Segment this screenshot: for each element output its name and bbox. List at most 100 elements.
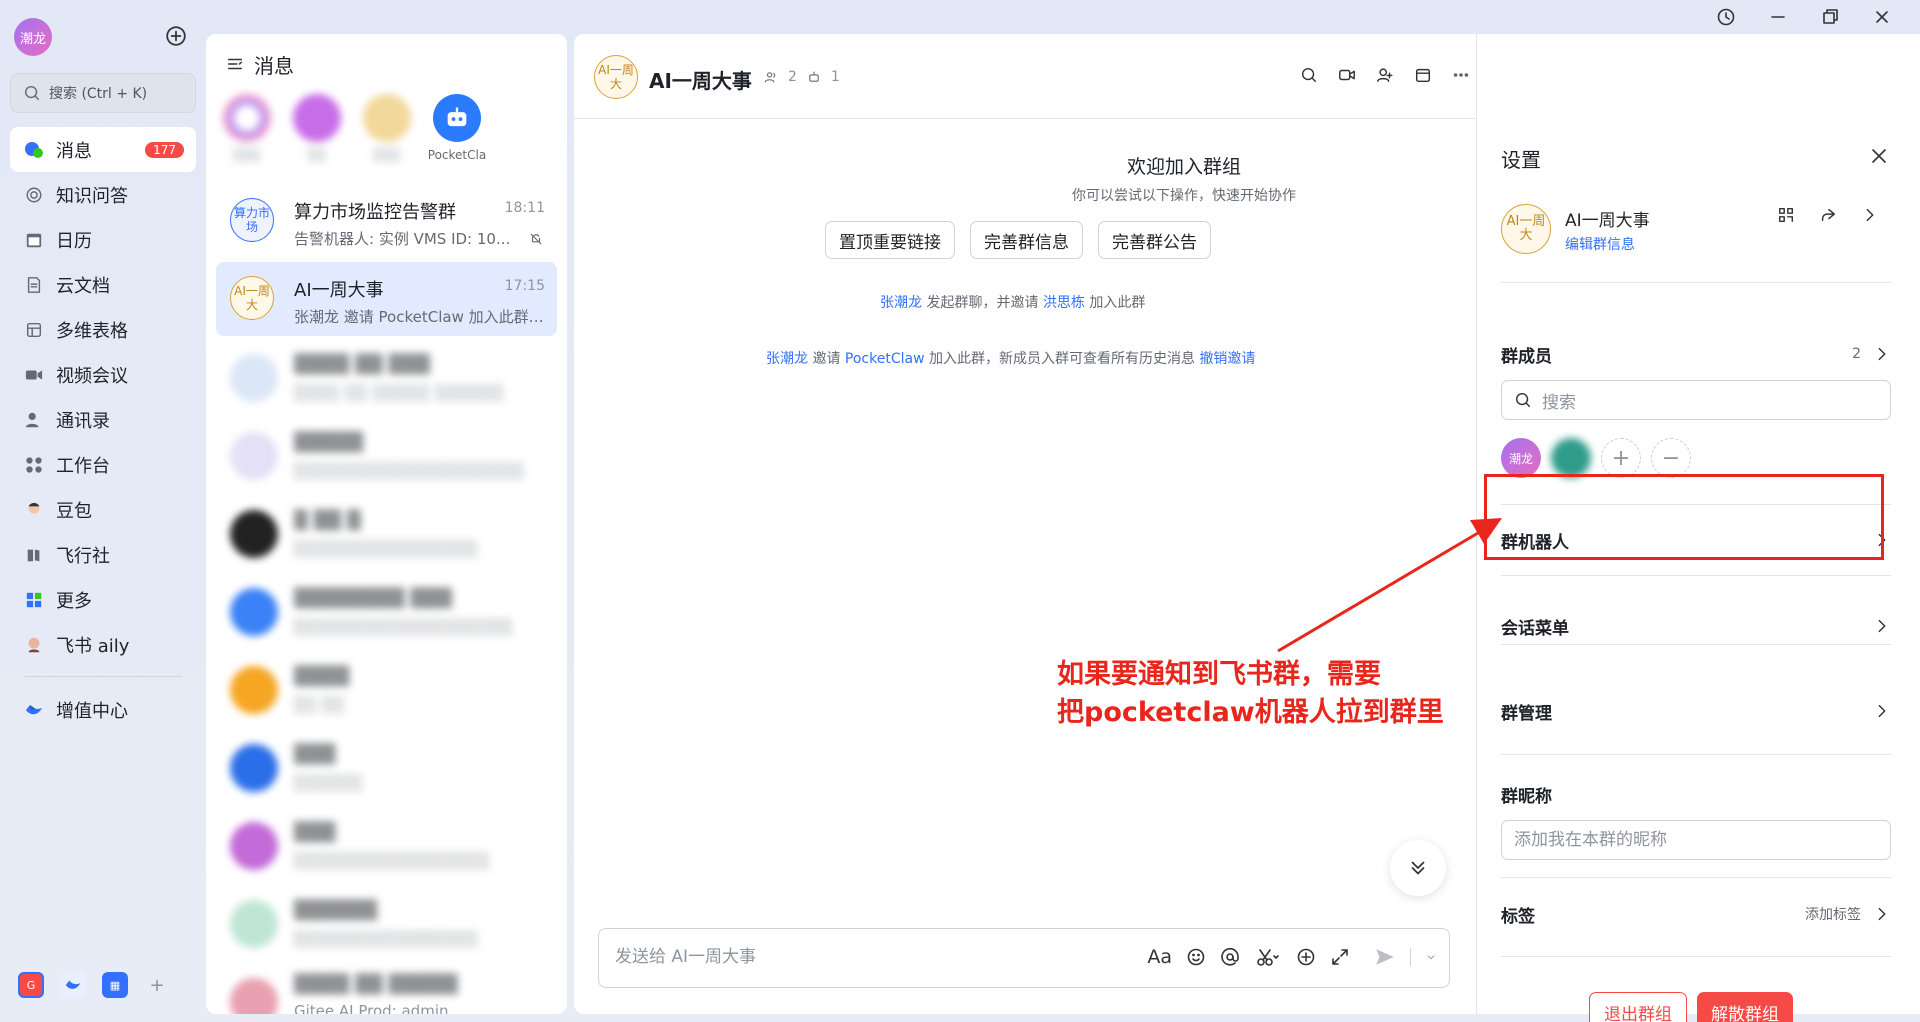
share-icon[interactable] — [1819, 206, 1837, 224]
chevron-right-icon — [1878, 347, 1886, 361]
group-info: AI一周大 AI一周大事 编辑群信息 — [1501, 196, 1891, 258]
chat-item[interactable]: ▒▒▒ ░░░░░░░░░░░░░░░░░ — [216, 808, 557, 882]
chat-item-ai-weekly[interactable]: AI一周大 AI一周大事 17:15 张潮龙 邀请 PocketClaw 加入此… — [216, 262, 557, 336]
chat-item[interactable]: ▒▒▒▒▒▒▒▒ ▒▒▒ ░░░░░░░░░░░░░░░░░░░ — [216, 574, 557, 648]
expand-icon[interactable] — [1330, 947, 1350, 967]
add-member-button[interactable]: + — [1601, 438, 1641, 478]
nav-item-calendar[interactable]: 日历 — [10, 217, 196, 262]
edit-group-link[interactable]: 编辑群信息 — [1565, 234, 1635, 254]
complete-info-button[interactable]: 完善群信息 — [970, 221, 1083, 259]
group-avatar[interactable]: AI一周大 — [1501, 204, 1551, 254]
chat-item[interactable]: ▒▒▒▒ ▒▒ ▒▒▒ ░░░░ ░░ ░░░░░ ░░░░░░ — [216, 340, 557, 414]
pinned-chat[interactable]: ░░░ — [222, 94, 272, 170]
add-member-icon[interactable] — [1376, 66, 1394, 84]
dissolve-group-button[interactable]: 解散群组 — [1697, 992, 1793, 1022]
bot-link[interactable]: PocketClaw — [845, 351, 925, 367]
chat-item[interactable]: ▒ ▒▒ ▒ ░░░░░░░░░░░░░░░░ — [216, 496, 557, 570]
more-icon[interactable] — [1452, 66, 1470, 84]
nav-item-feixingshe[interactable]: 飞行社 — [10, 532, 196, 577]
chevron-right-icon[interactable] — [1861, 206, 1879, 224]
screenshot-scissors-icon[interactable] — [1254, 947, 1282, 967]
nav-item-more[interactable]: 更多 — [10, 577, 196, 622]
leave-group-button[interactable]: 退出群组 — [1589, 992, 1687, 1022]
chevron-right-icon — [1878, 619, 1886, 633]
calendar-shortcut-icon[interactable]: ▦ — [102, 972, 128, 998]
message-input[interactable] — [615, 947, 1095, 967]
tags-row[interactable]: 标签 添加标签 — [1501, 884, 1891, 944]
nav-item-meeting[interactable]: 视频会议 — [10, 352, 196, 397]
chevron-down-icon[interactable] — [1425, 951, 1437, 963]
nickname-input[interactable] — [1501, 820, 1891, 860]
tags-label: 标签 — [1501, 906, 1535, 927]
nav-item-label: 多维表格 — [56, 320, 128, 342]
bird-shortcut-icon[interactable] — [60, 972, 86, 998]
send-icon[interactable] — [1374, 946, 1396, 968]
nav-divider — [24, 676, 182, 677]
chat-item[interactable]: ▒▒▒▒▒▒ ░░░░░░░░░░░░░░░░ — [216, 886, 557, 960]
system-text: 邀请 — [808, 351, 845, 367]
minimize-icon[interactable] — [1768, 7, 1788, 27]
member-avatar[interactable]: 潮龙 — [1501, 438, 1541, 478]
remove-member-button[interactable]: − — [1651, 438, 1691, 478]
close-icon[interactable] — [1872, 7, 1892, 27]
divider — [1501, 877, 1891, 878]
chat-name: ▒▒▒▒ ▒▒ ▒▒▒ — [294, 354, 431, 375]
nav-item-label: 日历 — [56, 230, 92, 252]
pinned-chat[interactable]: ░░░ — [362, 94, 412, 170]
user-avatar[interactable]: 潮龙 — [14, 18, 52, 56]
member-avatar-blurred[interactable] — [1551, 438, 1591, 478]
chat-item[interactable]: ▒▒▒▒ ░░ ░░ — [216, 652, 557, 726]
filter-menu-icon[interactable] — [226, 55, 244, 73]
video-call-icon[interactable] — [1338, 66, 1356, 84]
qr-code-icon[interactable] — [1777, 206, 1795, 224]
members-count[interactable]: 2 — [788, 69, 797, 85]
member-search[interactable]: 搜索 — [1501, 380, 1891, 420]
nav-item-docs[interactable]: 云文档 — [10, 262, 196, 307]
complete-notice-button[interactable]: 完善群公告 — [1098, 221, 1211, 259]
add-shortcut-icon[interactable]: + — [144, 972, 170, 998]
emoji-icon[interactable] — [1186, 947, 1206, 967]
nav-item-doubao[interactable]: 豆包 — [10, 487, 196, 532]
add-tag-link[interactable]: 添加标签 — [1805, 904, 1861, 924]
chat-item[interactable]: ▒▒▒▒ ▒▒ ▒▒▒▒▒ Gitee AI Prod: admin — [216, 964, 557, 1014]
user-link[interactable]: 张潮龙 — [766, 351, 808, 367]
nav-item-base[interactable]: 多维表格 — [10, 307, 196, 352]
add-icon[interactable] — [165, 25, 187, 47]
chat-item-alert[interactable]: 算力市场 算力市场监控告警群 18:11 告警机器人: 实例 VMS ID: 1… — [216, 184, 557, 258]
history-icon[interactable] — [1716, 7, 1736, 27]
search-icon[interactable] — [1300, 66, 1318, 84]
revoke-invite-link[interactable]: 撤销邀请 — [1199, 351, 1255, 367]
chat-item[interactable]: ▒▒▒ ░░░░░░ — [216, 730, 557, 804]
chat-item[interactable]: ▒▒▒▒▒ ░░░░░░░░░░░░░░░░░░░░ — [216, 418, 557, 492]
user-link[interactable]: 洪思栋 — [1043, 295, 1085, 311]
add-circle-icon[interactable] — [1296, 947, 1316, 967]
format-icon[interactable]: Aa — [1147, 946, 1172, 968]
chat-menu-row[interactable]: 会话菜单 — [1501, 596, 1891, 656]
user-link[interactable]: 张潮龙 — [880, 295, 922, 311]
global-search[interactable]: 搜索 (Ctrl + K) — [10, 73, 196, 113]
nav-item-contacts[interactable]: 通讯录 — [10, 397, 196, 442]
close-icon[interactable] — [1869, 146, 1889, 166]
nav-item-workplace[interactable]: 工作台 — [10, 442, 196, 487]
group-manage-row[interactable]: 群管理 — [1501, 681, 1891, 741]
bots-count[interactable]: 1 — [831, 69, 840, 85]
pinned-chat-pocketclaw[interactable]: PocketCla — [428, 94, 486, 170]
chat-title[interactable]: AI一周大事 — [649, 65, 752, 94]
calendar-icon[interactable] — [1414, 66, 1432, 84]
nav-item-value-center[interactable]: 增值中心 — [10, 687, 196, 732]
chat-time: 18:11 — [504, 200, 545, 216]
search-icon — [1515, 392, 1531, 408]
nav-item-aily[interactable]: 飞书 aily — [10, 622, 196, 667]
scroll-to-bottom-button[interactable] — [1390, 840, 1446, 896]
members-row[interactable]: 群成员 2 — [1501, 324, 1891, 384]
group-avatar[interactable]: AI一周大 — [594, 55, 638, 99]
nav-item-qa[interactable]: 知识问答 — [10, 172, 196, 217]
nav-item-messages[interactable]: 消息 177 — [10, 127, 196, 172]
mention-icon[interactable] — [1220, 947, 1240, 967]
chat-header: AI一周大 AI一周大事 2 1 — [574, 34, 1476, 119]
pin-links-button[interactable]: 置顶重要链接 — [825, 221, 955, 259]
chat-avatar — [230, 978, 278, 1014]
pinned-chat[interactable]: ░░ — [292, 94, 342, 170]
restore-icon[interactable] — [1820, 7, 1840, 27]
app-shortcut-icon[interactable]: G — [18, 972, 44, 998]
